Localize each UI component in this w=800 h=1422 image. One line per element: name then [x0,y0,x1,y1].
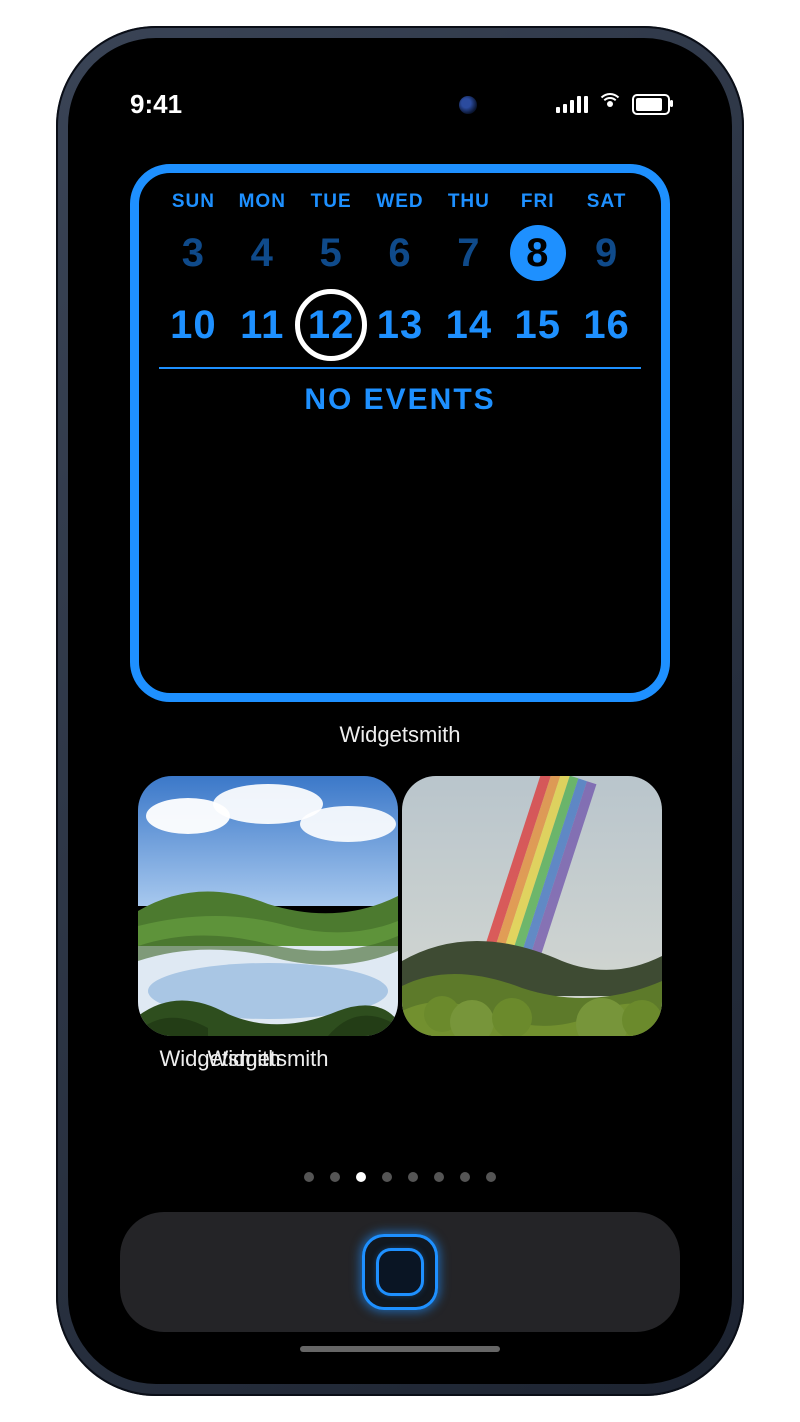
date-cell[interactable]: 4 [228,221,297,285]
page-dot[interactable] [460,1172,470,1182]
date-cell[interactable]: 14 [434,293,503,357]
page-dot[interactable] [304,1172,314,1182]
page-dot[interactable] [486,1172,496,1182]
day-header: THU [434,191,503,213]
page-indicator[interactable] [90,1172,710,1182]
page-dot-active[interactable] [356,1172,366,1182]
wifi-icon [598,95,622,113]
day-header: SAT [572,191,641,213]
page-dot[interactable] [434,1172,444,1182]
date-cell[interactable]: 15 [503,293,572,357]
date-cell[interactable]: 13 [366,293,435,357]
rainbow-photo-icon [402,776,662,1036]
events-label: NO EVENTS [159,383,641,417]
divider [159,367,641,369]
home-indicator[interactable] [300,1346,500,1352]
date-cell[interactable]: 5 [297,221,366,285]
date-cell[interactable]: 7 [434,221,503,285]
page-dot[interactable] [330,1172,340,1182]
day-header: WED [366,191,435,213]
calendar-widget[interactable]: SUN MON TUE WED THU FRI SAT 3 4 5 6 7 [130,164,670,702]
battery-icon [632,94,670,115]
dock [120,1212,680,1332]
day-header: FRI [503,191,572,213]
date-cell[interactable]: 3 [159,221,228,285]
page-dot[interactable] [408,1172,418,1182]
widget-label: Widgetsmith [90,1046,350,1072]
photo-widget-rainbow[interactable] [402,776,662,1036]
date-cell[interactable]: 10 [159,293,228,357]
widget-label: Widgetsmith [90,722,710,748]
date-cell[interactable]: 16 [572,293,641,357]
date-cell-highlight[interactable]: 8 [503,221,572,285]
status-time: 9:41 [130,89,182,120]
page-dot[interactable] [382,1172,392,1182]
photo-widget-landscape[interactable] [138,776,398,1036]
cellular-signal-icon [556,95,588,113]
date-cell[interactable]: 11 [228,293,297,357]
dock-app-icon[interactable] [362,1234,438,1310]
app-glyph-icon [379,1251,421,1293]
day-header: TUE [297,191,366,213]
day-header: SUN [159,191,228,213]
date-cell[interactable]: 9 [572,221,641,285]
landscape-photo-icon [138,776,398,1036]
status-bar: 9:41 [90,84,710,124]
date-cell-today[interactable]: 12 [297,293,366,357]
date-cell[interactable]: 6 [366,221,435,285]
screen: 9:41 SUN MON TUE WED [90,60,710,1362]
phone-frame: 9:41 SUN MON TUE WED [56,26,744,1396]
day-header: MON [228,191,297,213]
